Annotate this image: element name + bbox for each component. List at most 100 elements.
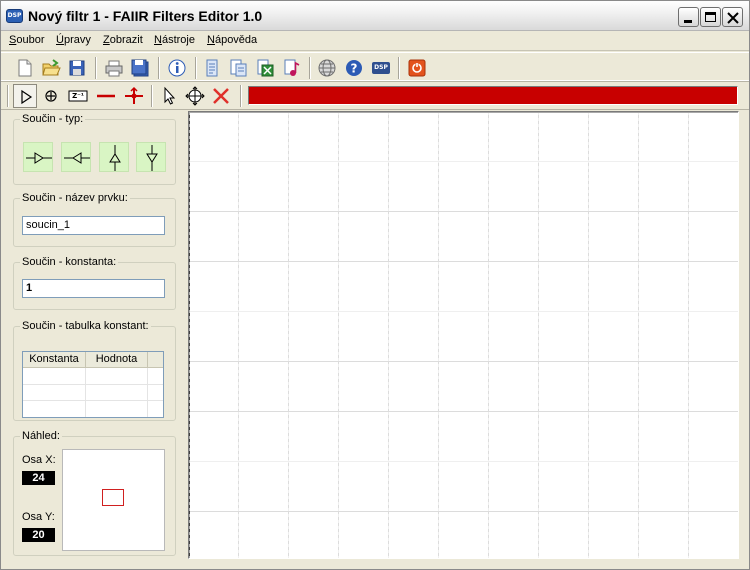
- help-button[interactable]: ?: [342, 56, 366, 80]
- maximize-button[interactable]: [700, 7, 721, 27]
- print-button[interactable]: [102, 56, 126, 80]
- axis-x-value: 24: [22, 471, 55, 485]
- column-header-hodnota[interactable]: Hodnota: [86, 352, 148, 368]
- pointer-tool-button[interactable]: [157, 84, 181, 108]
- constant-group-label: Součin - konstanta:: [20, 256, 119, 268]
- multiplier-right-button[interactable]: [23, 142, 53, 172]
- toolbar-separator: [158, 57, 160, 79]
- menu-napoveda[interactable]: Nápověda: [207, 34, 257, 46]
- menu-nastroje[interactable]: Nástroje: [154, 34, 195, 46]
- audio-export-button[interactable]: [280, 56, 304, 80]
- multiplier-left-icon: [64, 152, 90, 164]
- multiplier-left-button[interactable]: [61, 142, 91, 172]
- excel-export-icon: [257, 59, 274, 77]
- line-tool-button[interactable]: [94, 84, 118, 108]
- document-icon: [206, 59, 218, 77]
- adder-tool-button[interactable]: [39, 84, 63, 108]
- delete-tool-button[interactable]: [209, 84, 233, 108]
- dsp-label: DSP: [374, 64, 388, 71]
- open-button[interactable]: [39, 56, 63, 80]
- axis-y-label: Osa Y:: [22, 511, 55, 523]
- table-row-divider: [23, 400, 163, 401]
- element-name-field[interactable]: soucin_1: [22, 216, 165, 235]
- type-group: Součin - typ:: [13, 113, 176, 185]
- dsp-button[interactable]: DSP: [369, 56, 393, 80]
- exit-button[interactable]: [405, 56, 429, 80]
- table-row-divider: [23, 384, 163, 385]
- menu-soubor[interactable]: Soubor: [9, 34, 44, 46]
- info-button[interactable]: [165, 56, 189, 80]
- preview-element-rect: [102, 489, 124, 506]
- constant-group: Součin - konstanta: 1: [13, 256, 176, 310]
- progress-bar: [248, 86, 738, 105]
- preview-group: Náhled: Osa X: 24 Osa Y: 20: [13, 430, 176, 556]
- main-toolbar: ? DSP: [1, 52, 749, 82]
- branch-tool-button[interactable]: [122, 84, 146, 108]
- open-folder-icon: [42, 59, 61, 76]
- toolbar-separator: [398, 57, 400, 79]
- line-icon: [97, 94, 115, 98]
- properties-panel: Součin - typ: Součin - název prvku: souc…: [9, 112, 179, 559]
- multiplier-up-icon: [109, 145, 121, 171]
- exit-icon: [408, 59, 426, 77]
- globe-button[interactable]: [315, 56, 339, 80]
- column-header-konstanta[interactable]: Konstanta: [23, 352, 86, 368]
- save-button[interactable]: [65, 56, 89, 80]
- preview-group-label: Náhled:: [20, 430, 62, 442]
- title-bar[interactable]: DSP Nový filtr 1 - FAIIR Filters Editor …: [1, 1, 749, 31]
- new-file-icon: [18, 59, 32, 77]
- menu-upravy[interactable]: Úpravy: [56, 34, 91, 46]
- table-header: Konstanta Hodnota: [23, 352, 163, 368]
- name-group-label: Součin - název prvku:: [20, 192, 130, 204]
- type-group-label: Součin - typ:: [20, 113, 86, 125]
- toolbar-separator: [195, 57, 197, 79]
- minimize-button[interactable]: [678, 7, 699, 27]
- branch-icon: [125, 86, 143, 104]
- delete-icon: [213, 88, 229, 104]
- name-group: Součin - název prvku: soucin_1: [13, 192, 176, 247]
- minimize-icon: [684, 20, 692, 23]
- constants-table-group: Součin - tabulka konstant: Konstanta Hod…: [13, 320, 176, 421]
- adder-icon: [45, 90, 57, 102]
- move-icon: [185, 86, 205, 106]
- multiplier-down-button[interactable]: [136, 142, 166, 172]
- multiplier-up-button[interactable]: [99, 142, 129, 172]
- move-tool-button[interactable]: [183, 84, 207, 108]
- axis-x-label: Osa X:: [22, 454, 56, 466]
- help-icon: ?: [346, 60, 362, 76]
- toolbar-separator: [309, 57, 311, 79]
- run-arrow-icon: [21, 89, 33, 105]
- multiplier-right-icon: [26, 152, 52, 164]
- new-file-button[interactable]: [13, 56, 37, 80]
- export-button[interactable]: [226, 56, 250, 80]
- menu-bar: Soubor Úpravy Zobrazit Nástroje Nápověda: [1, 31, 749, 51]
- constant-field[interactable]: 1: [22, 279, 165, 298]
- save-icon: [69, 60, 85, 76]
- app-dsp-icon[interactable]: DSP: [6, 9, 23, 23]
- window-title: Nový filtr 1 - FAIIR Filters Editor 1.0: [28, 8, 263, 24]
- excel-export-button[interactable]: [253, 56, 277, 80]
- app-window: DSP Nový filtr 1 - FAIIR Filters Editor …: [0, 0, 750, 570]
- toolbar-separator: [7, 85, 9, 107]
- delay-tool-button[interactable]: Z⁻¹: [66, 84, 90, 108]
- toolbar-separator: [151, 85, 153, 107]
- document-button[interactable]: [200, 56, 224, 80]
- delay-label: Z⁻¹: [72, 92, 84, 100]
- tools-toolbar: Z⁻¹: [1, 80, 749, 110]
- preview-box: [62, 449, 165, 551]
- axis-y-value: 20: [22, 528, 55, 542]
- print-icon: [105, 60, 123, 77]
- save-as-icon: [131, 59, 149, 77]
- maximize-icon: [705, 12, 716, 22]
- drawing-canvas[interactable]: [188, 111, 739, 559]
- export-icon: [230, 59, 247, 77]
- toolbar-separator: [240, 85, 242, 107]
- run-tool-button[interactable]: [13, 84, 37, 108]
- toolbar-separator: [95, 57, 97, 79]
- constants-table[interactable]: Konstanta Hodnota: [22, 351, 164, 418]
- save-as-button[interactable]: [128, 56, 152, 80]
- close-button[interactable]: [722, 7, 743, 27]
- menu-zobrazit[interactable]: Zobrazit: [103, 34, 143, 46]
- globe-icon: [318, 59, 336, 77]
- close-icon: [727, 12, 739, 24]
